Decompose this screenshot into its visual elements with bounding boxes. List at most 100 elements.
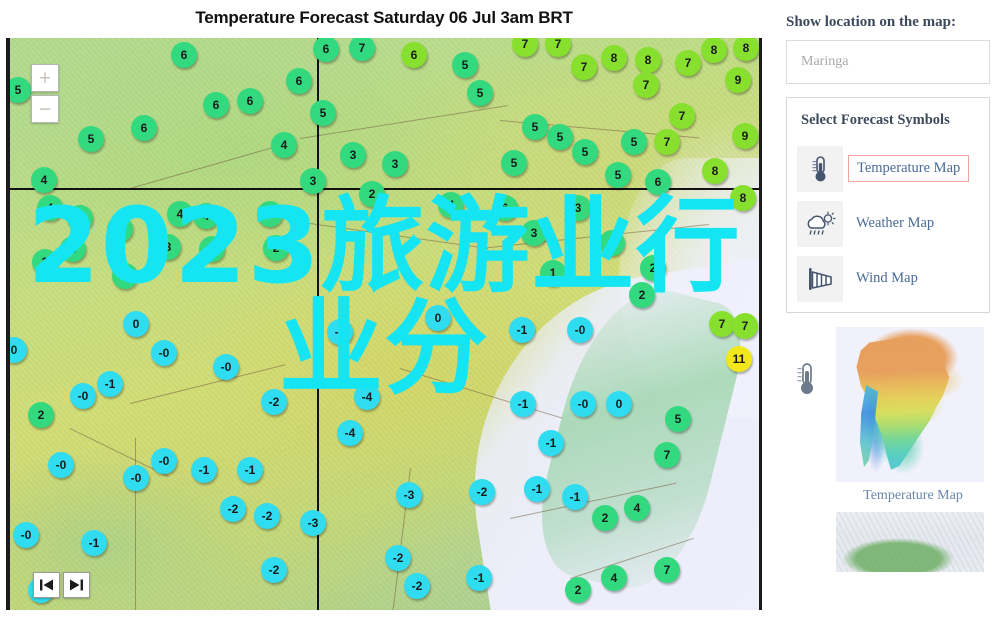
temperature-marker[interactable]: 2 bbox=[28, 402, 54, 428]
temperature-marker[interactable]: 2 bbox=[263, 235, 289, 261]
temperature-marker[interactable]: -2 bbox=[469, 479, 495, 505]
symbol-label-temperature-map[interactable]: Temperature Map bbox=[848, 155, 970, 183]
temperature-marker[interactable]: -0 bbox=[123, 465, 149, 491]
temperature-marker[interactable]: 2 bbox=[640, 255, 666, 281]
temperature-marker[interactable]: -3 bbox=[300, 510, 326, 536]
temperature-marker[interactable]: 4 bbox=[624, 495, 650, 521]
temperature-marker[interactable]: -4 bbox=[354, 384, 380, 410]
temperature-marker[interactable]: 5 bbox=[10, 77, 31, 103]
temperature-marker[interactable]: 6 bbox=[401, 42, 427, 68]
temperature-marker[interactable]: 4 bbox=[167, 201, 193, 227]
temperature-marker[interactable]: -1 bbox=[509, 317, 535, 343]
temperature-marker[interactable]: 6 bbox=[645, 169, 671, 195]
temperature-marker[interactable]: 8 bbox=[730, 185, 756, 211]
temperature-marker[interactable]: -3 bbox=[396, 482, 422, 508]
temperature-marker[interactable]: -0 bbox=[13, 522, 39, 548]
temperature-marker[interactable]: 7 bbox=[669, 103, 695, 129]
location-search-input[interactable] bbox=[786, 40, 990, 84]
temperature-marker[interactable]: 3 bbox=[340, 142, 366, 168]
temperature-marker[interactable]: 7 bbox=[633, 72, 659, 98]
temperature-marker[interactable]: 3 bbox=[521, 220, 547, 246]
temperature-marker[interactable]: 5 bbox=[605, 162, 631, 188]
zoom-controls[interactable]: + − bbox=[31, 64, 59, 123]
temperature-marker[interactable]: 5 bbox=[310, 100, 336, 126]
temperature-marker[interactable]: -2 bbox=[385, 545, 411, 571]
temperature-marker[interactable]: 8 bbox=[601, 45, 627, 71]
temperature-marker[interactable]: 7 bbox=[732, 313, 758, 339]
temperature-marker[interactable]: 4 bbox=[37, 195, 63, 221]
temperature-marker[interactable]: 5 bbox=[60, 236, 86, 262]
temperature-marker[interactable]: -0 bbox=[151, 448, 177, 474]
temperature-marker[interactable]: 2 bbox=[592, 505, 618, 531]
temperature-marker[interactable]: -1 bbox=[327, 319, 353, 345]
thumbnail-secondary-map[interactable] bbox=[836, 512, 984, 573]
temperature-marker[interactable]: -2 bbox=[220, 496, 246, 522]
temperature-marker[interactable]: 7 bbox=[654, 129, 680, 155]
temperature-marker[interactable]: 5 bbox=[452, 52, 478, 78]
previous-step-button[interactable] bbox=[33, 572, 60, 598]
temperature-marker[interactable]: 5 bbox=[665, 406, 691, 432]
temperature-marker[interactable]: -1 bbox=[97, 371, 123, 397]
temperature-marker[interactable]: 4 bbox=[271, 132, 297, 158]
symbol-label-wind-map[interactable]: Wind Map bbox=[848, 266, 926, 291]
symbol-option-wind-map[interactable]: Wind Map bbox=[787, 251, 989, 306]
temperature-marker[interactable]: 1 bbox=[540, 260, 566, 286]
temperature-marker[interactable]: 9 bbox=[725, 67, 751, 93]
temperature-marker[interactable]: 5 bbox=[501, 150, 527, 176]
temperature-marker[interactable]: 6 bbox=[203, 92, 229, 118]
symbol-label-weather-map[interactable]: Weather Map bbox=[848, 211, 942, 236]
temperature-marker[interactable]: 6 bbox=[286, 68, 312, 94]
temperature-marker[interactable]: 4 bbox=[601, 565, 627, 591]
temperature-marker[interactable]: 5 bbox=[621, 129, 647, 155]
temperature-marker[interactable]: 4 bbox=[31, 167, 57, 193]
temperature-marker[interactable]: 5 bbox=[467, 80, 493, 106]
temperature-marker[interactable]: 8 bbox=[701, 38, 727, 63]
temperature-marker[interactable]: -1 bbox=[466, 565, 492, 591]
temperature-marker[interactable]: 7 bbox=[571, 54, 597, 80]
temperature-marker[interactable]: 7 bbox=[654, 442, 680, 468]
temperature-marker[interactable]: 5 bbox=[67, 205, 93, 231]
temperature-marker[interactable]: -2 bbox=[261, 389, 287, 415]
zoom-in-button[interactable]: + bbox=[31, 64, 59, 92]
temperature-marker[interactable]: 0 bbox=[425, 305, 451, 331]
zoom-out-button[interactable]: − bbox=[31, 95, 59, 123]
thumbnail-temperature-map[interactable] bbox=[836, 327, 984, 483]
temperature-marker[interactable]: 3 bbox=[257, 201, 283, 227]
next-step-button[interactable] bbox=[63, 572, 90, 598]
temperature-marker[interactable]: 2 bbox=[199, 236, 225, 262]
map-area[interactable]: Temperature Forecast Saturday 06 Jul 3am… bbox=[0, 0, 768, 625]
temperature-marker[interactable]: -1 bbox=[510, 391, 536, 417]
symbol-option-weather-map[interactable]: Weather Map bbox=[787, 196, 989, 251]
temperature-marker[interactable]: 2 bbox=[629, 282, 655, 308]
temperature-marker[interactable]: 2 bbox=[565, 577, 591, 603]
temperature-marker[interactable]: 7 bbox=[675, 50, 701, 76]
temperature-marker[interactable]: -0 bbox=[151, 340, 177, 366]
temperature-marker[interactable]: 3 bbox=[382, 151, 408, 177]
temperature-marker[interactable]: -0 bbox=[213, 354, 239, 380]
temperature-marker[interactable]: -1 bbox=[237, 457, 263, 483]
temperature-marker[interactable]: -1 bbox=[538, 430, 564, 456]
temperature-marker[interactable]: -0 bbox=[48, 452, 74, 478]
temperature-marker[interactable]: 2 bbox=[359, 181, 385, 207]
temperature-marker[interactable]: 11 bbox=[726, 346, 752, 372]
temperature-marker[interactable]: -0 bbox=[567, 317, 593, 343]
temperature-marker[interactable]: -2 bbox=[404, 573, 430, 599]
temperature-marker[interactable]: 2 bbox=[599, 230, 625, 256]
temperature-marker[interactable]: -4 bbox=[337, 420, 363, 446]
temperature-marker[interactable]: -1 bbox=[524, 476, 550, 502]
temperature-marker[interactable]: 5 bbox=[547, 124, 573, 150]
temperature-marker[interactable]: 3 bbox=[300, 168, 326, 194]
temperature-marker[interactable]: 0 bbox=[606, 391, 632, 417]
temperature-marker[interactable]: 3 bbox=[565, 195, 591, 221]
temperature-marker[interactable]: -1 bbox=[562, 484, 588, 510]
temperature-marker[interactable]: 4 bbox=[438, 192, 464, 218]
temperature-marker[interactable]: 5 bbox=[522, 114, 548, 140]
temperature-marker[interactable]: 6 bbox=[492, 195, 518, 221]
temperature-marker[interactable]: 3 bbox=[155, 234, 181, 260]
temperature-marker[interactable]: 6 bbox=[171, 42, 197, 68]
temperature-marker[interactable]: 6 bbox=[131, 115, 157, 141]
timeline-step-controls[interactable] bbox=[33, 572, 90, 598]
temperature-marker[interactable]: 0 bbox=[123, 311, 149, 337]
temperature-marker[interactable]: 8 bbox=[702, 158, 728, 184]
temperature-marker[interactable]: 2 bbox=[112, 263, 138, 289]
